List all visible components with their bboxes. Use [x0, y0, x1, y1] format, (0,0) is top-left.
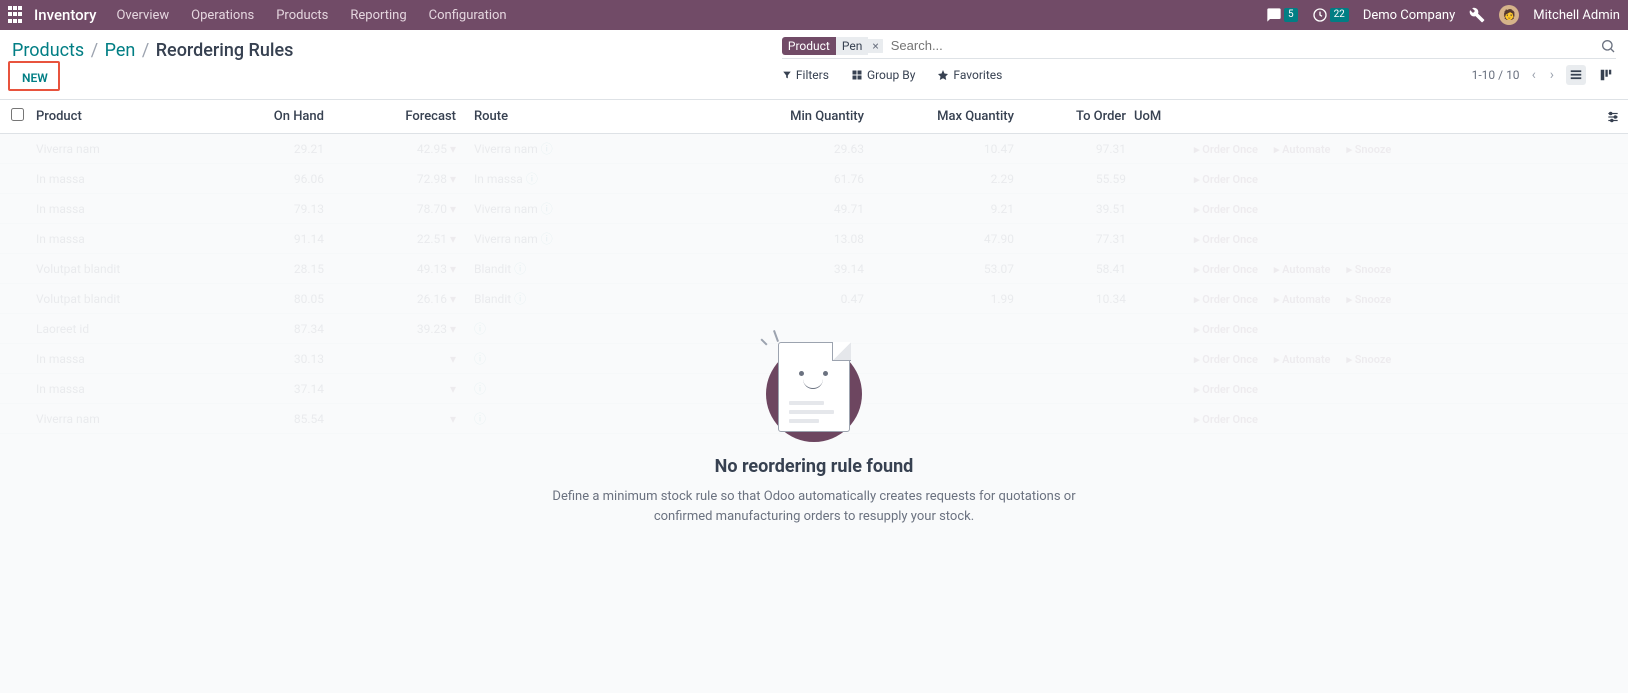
table-row: Volutpat blandit80.0526.16 ▾Blandit ⓘ0.4… [0, 284, 1628, 314]
empty-title: No reordering rule found [715, 456, 914, 477]
table-row: In massa91.1422.51 ▾Viverra nam ⓘ13.0847… [0, 224, 1628, 254]
favorites-button[interactable]: Favorites [937, 68, 1002, 82]
menu-products[interactable]: Products [276, 8, 328, 23]
company-switcher[interactable]: Demo Company [1363, 8, 1455, 23]
list-icon [1569, 68, 1583, 82]
breadcrumb-products[interactable]: Products [12, 40, 84, 61]
empty-illustration [759, 334, 869, 444]
column-forecast[interactable]: Forecast [344, 109, 474, 124]
table-row: In massa79.1378.70 ▾Viverra nam ⓘ49.719.… [0, 194, 1628, 224]
star-icon [937, 69, 949, 81]
search-facet-remove[interactable]: × [868, 39, 882, 53]
apps-icon[interactable] [8, 6, 26, 24]
pager-prev[interactable]: ‹ [1530, 67, 1538, 83]
menu-overview[interactable]: Overview [116, 8, 169, 23]
groupby-button[interactable]: Group By [851, 68, 915, 82]
menu-operations[interactable]: Operations [191, 8, 254, 23]
table-row: Volutpat blandit28.1549.13 ▾Blandit ⓘ39.… [0, 254, 1628, 284]
list-view-button[interactable] [1566, 65, 1586, 85]
content-area: Viverra nam29.2142.95 ▾Viverra nam ⓘ29.6… [0, 134, 1628, 434]
column-max[interactable]: Max Quantity [884, 109, 1034, 124]
kanban-icon [1599, 68, 1613, 82]
discuss-icon[interactable]: 5 [1266, 7, 1298, 23]
pager-next[interactable]: › [1548, 67, 1556, 83]
optional-columns-button[interactable] [1598, 109, 1628, 124]
app-brand[interactable]: Inventory [34, 6, 96, 24]
breadcrumb: Products / Pen / Reordering Rules [12, 36, 782, 61]
filter-icon [782, 70, 792, 80]
empty-state: No reordering rule found Define a minimu… [0, 334, 1628, 526]
search-facet-key: Product [782, 37, 836, 55]
column-product[interactable]: Product [34, 109, 234, 124]
column-uom[interactable]: UoM [1134, 109, 1194, 124]
search-facet-value: Pen [836, 37, 868, 55]
menu-reporting[interactable]: Reporting [350, 8, 406, 23]
menu-configuration[interactable]: Configuration [429, 8, 507, 23]
user-menu[interactable]: Mitchell Admin [1533, 8, 1620, 23]
table-row: In massa96.0672.98 ▾In massa ⓘ61.762.295… [0, 164, 1628, 194]
discuss-badge: 5 [1284, 8, 1298, 22]
search-input[interactable] [889, 36, 1596, 55]
search-bar: Product Pen × [782, 36, 1616, 59]
column-toorder[interactable]: To Order [1034, 109, 1134, 124]
breadcrumb-pen[interactable]: Pen [105, 40, 136, 61]
pager-text[interactable]: 1-10 / 10 [1472, 68, 1520, 82]
debug-icon[interactable] [1469, 7, 1485, 23]
activities-badge: 22 [1330, 8, 1349, 22]
top-nav: Inventory Overview Operations Products R… [0, 0, 1628, 30]
groupby-icon [851, 69, 863, 81]
table-header: Product On Hand Forecast Route Min Quant… [0, 100, 1628, 134]
column-min[interactable]: Min Quantity [734, 109, 884, 124]
column-route[interactable]: Route [474, 109, 734, 124]
search-facet-product: Product Pen × [782, 37, 883, 55]
filters-button[interactable]: Filters [782, 68, 829, 82]
activities-icon[interactable]: 22 [1312, 7, 1349, 23]
search-icon[interactable] [1600, 38, 1616, 54]
column-onhand[interactable]: On Hand [234, 109, 344, 124]
select-all-checkbox[interactable] [11, 108, 24, 121]
breadcrumb-current: Reordering Rules [156, 40, 294, 61]
control-panel: Products / Pen / Reordering Rules NEW Pr… [0, 30, 1628, 100]
empty-subtitle: Define a minimum stock rule so that Odoo… [534, 487, 1094, 526]
new-button-highlight [8, 61, 60, 91]
sliders-icon [1606, 110, 1620, 124]
avatar[interactable]: 🧑 [1499, 5, 1519, 25]
table-row: Viverra nam29.2142.95 ▾Viverra nam ⓘ29.6… [0, 134, 1628, 164]
kanban-view-button[interactable] [1596, 65, 1616, 85]
